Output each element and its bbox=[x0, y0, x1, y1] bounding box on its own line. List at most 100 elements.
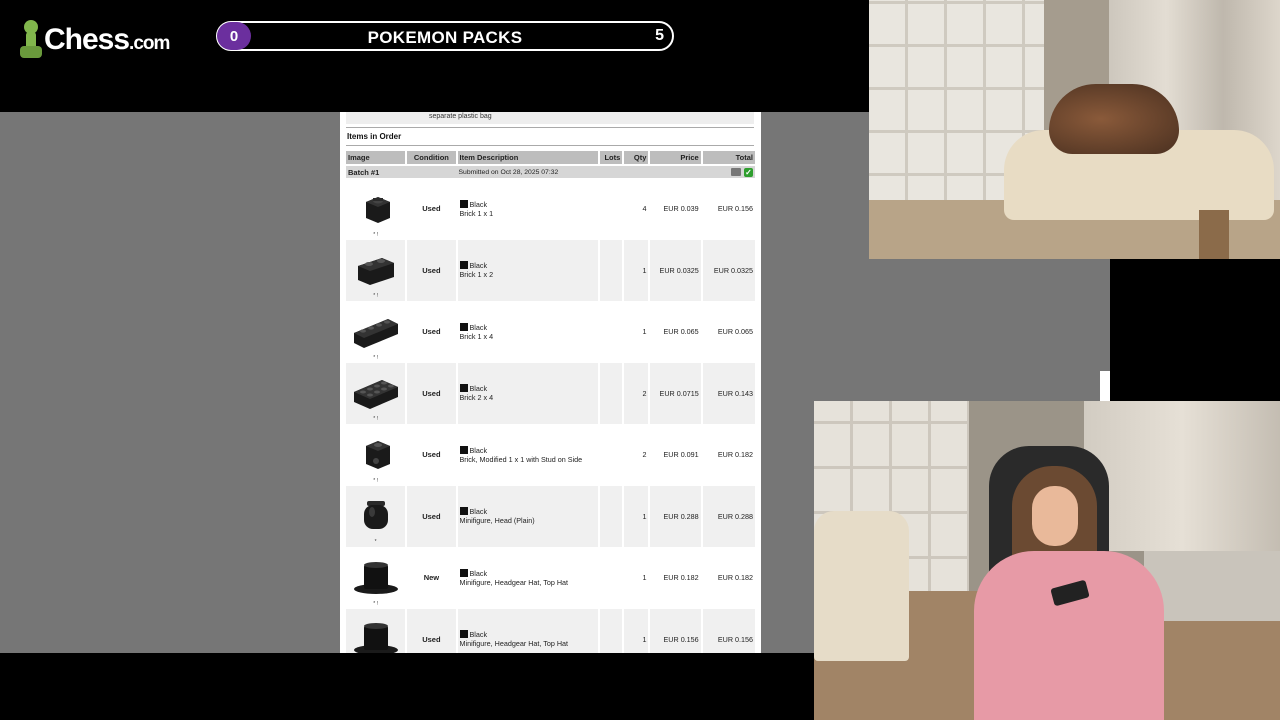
challenge-scorebar: 0 POKEMON PACKS 5 bbox=[216, 21, 674, 51]
check-icon[interactable]: ✓ bbox=[744, 167, 753, 177]
logo-suffix: .com bbox=[129, 33, 170, 54]
item-color-label: Black bbox=[469, 261, 488, 271]
item-condition: Used bbox=[405, 424, 457, 486]
piece-image-cell[interactable]: * ! bbox=[346, 362, 407, 424]
item-total: EUR 0.156 bbox=[700, 608, 755, 653]
item-price: EUR 0.065 bbox=[648, 301, 702, 363]
item-color: Black bbox=[459, 445, 597, 455]
item-name[interactable]: Brick 1 x 2 bbox=[460, 270, 597, 279]
pawn-icon bbox=[20, 18, 42, 62]
item-color: Black bbox=[459, 384, 597, 394]
item-condition: Used bbox=[405, 485, 457, 547]
item-color-label: Black bbox=[469, 322, 488, 332]
item-lots bbox=[598, 485, 624, 547]
table-row: Used Black Minifigure, Headgear Hat, Top H… bbox=[346, 608, 755, 653]
col-qty: Qty bbox=[622, 151, 650, 165]
piece-image-cell[interactable] bbox=[346, 608, 407, 653]
minifig-head-icon[interactable] bbox=[352, 497, 400, 535]
item-price: EUR 0.091 bbox=[648, 424, 702, 486]
item-condition: New bbox=[405, 547, 457, 609]
top-hat-icon[interactable] bbox=[352, 559, 400, 597]
item-price: EUR 0.182 bbox=[648, 547, 702, 609]
item-qty: 2 bbox=[622, 362, 650, 424]
challenge-title: POKEMON PACKS bbox=[367, 28, 523, 47]
color-swatch-icon bbox=[459, 261, 468, 270]
webcam-streamer bbox=[814, 401, 1280, 720]
batch-actions: ✓ bbox=[649, 164, 755, 178]
col-total: Total bbox=[700, 151, 755, 165]
item-total: EUR 0.065 bbox=[700, 301, 755, 363]
item-total: EUR 0.143 bbox=[700, 362, 755, 424]
item-name[interactable]: Minifigure, Headgear Hat, Top Hat bbox=[460, 578, 597, 587]
item-color: Black bbox=[459, 507, 597, 517]
item-lots bbox=[598, 239, 624, 301]
table-row: * ! Used Black Brick 1 x 1 4 EUR 0.039 EUR 0.1… bbox=[346, 178, 755, 240]
item-qty: 1 bbox=[622, 608, 650, 653]
brick-1x2-icon[interactable] bbox=[352, 251, 400, 289]
item-name[interactable]: Brick, Modified 1 x 1 with Stud on Side bbox=[460, 455, 597, 464]
color-swatch-icon bbox=[459, 630, 468, 639]
item-name[interactable]: Brick 1 x 4 bbox=[460, 332, 597, 341]
piece-image-cell[interactable]: * ! bbox=[346, 424, 406, 486]
item-name[interactable]: Minifigure, Head (Plain) bbox=[460, 516, 597, 525]
item-lots bbox=[598, 301, 624, 363]
item-description: Black Minifigure, Headgear Hat, Top Hat bbox=[455, 608, 600, 653]
brick-1x1-icon[interactable] bbox=[352, 190, 400, 228]
piece-image-cell[interactable]: * ! bbox=[346, 178, 406, 240]
color-swatch-icon bbox=[459, 199, 468, 208]
item-total: EUR 0.288 bbox=[700, 485, 755, 547]
logo-wordmark: Chess.com bbox=[44, 23, 170, 57]
brick-2x4-icon[interactable] bbox=[352, 374, 400, 412]
item-color: Black bbox=[459, 322, 597, 332]
item-mark: * ! bbox=[373, 416, 378, 422]
piece-image-cell[interactable]: * bbox=[346, 485, 407, 547]
section-title: Items in Order bbox=[347, 132, 402, 141]
color-swatch-icon bbox=[459, 384, 468, 393]
divider bbox=[346, 127, 754, 128]
item-mark: * ! bbox=[373, 354, 378, 361]
col-description: Item Description bbox=[455, 151, 600, 165]
piece-image-cell[interactable]: * ! bbox=[346, 301, 406, 363]
order-document[interactable]: separate plastic bag Items in Order Imag… bbox=[340, 112, 761, 653]
item-condition: Used bbox=[405, 362, 457, 424]
brick-1x4-icon[interactable] bbox=[352, 313, 400, 351]
item-total: EUR 0.0325 bbox=[700, 239, 755, 301]
print-icon[interactable] bbox=[731, 168, 741, 177]
item-description: Black Brick 1 x 2 bbox=[455, 239, 600, 301]
color-swatch-icon bbox=[459, 507, 468, 516]
col-price: Price bbox=[648, 151, 702, 165]
item-color-label: Black bbox=[469, 507, 488, 517]
item-mark: * ! bbox=[373, 231, 378, 238]
item-total: EUR 0.182 bbox=[700, 547, 755, 609]
item-lots bbox=[598, 547, 624, 609]
col-lots: Lots bbox=[598, 151, 624, 165]
item-condition: Used bbox=[405, 239, 457, 301]
item-total: EUR 0.182 bbox=[700, 424, 755, 486]
chess-com-logo: Chess.com bbox=[20, 16, 170, 64]
top-hat-icon[interactable] bbox=[352, 620, 400, 653]
item-name[interactable]: Brick 2 x 4 bbox=[460, 393, 597, 402]
item-mark: * bbox=[374, 539, 377, 545]
item-condition: Used bbox=[405, 301, 457, 363]
item-description: Black Brick 2 x 4 bbox=[455, 362, 600, 424]
item-description: Black Minifigure, Head (Plain) bbox=[455, 485, 600, 547]
table-row: * ! Used Black Brick 2 x 4 2 EUR 0.0715 EUR 0.… bbox=[346, 362, 755, 424]
piece-image-cell[interactable]: * ! bbox=[346, 239, 407, 301]
item-name[interactable]: Brick 1 x 1 bbox=[460, 209, 597, 218]
item-condition: Used bbox=[405, 178, 457, 240]
webcam-cat bbox=[869, 0, 1280, 259]
item-price: EUR 0.0715 bbox=[648, 362, 702, 424]
batch-submitted: Submitted on Oct 28, 2025 07:32 bbox=[456, 164, 650, 178]
batch-row: Batch #1 Submitted on Oct 28, 2025 07:32… bbox=[346, 164, 755, 178]
item-description: Black Brick 1 x 1 bbox=[455, 178, 600, 240]
piece-image-cell[interactable]: * ! bbox=[346, 547, 406, 609]
item-color: Black bbox=[459, 199, 597, 209]
item-qty: 4 bbox=[622, 178, 650, 240]
item-lots bbox=[598, 608, 624, 653]
brick-modified-1x1-icon[interactable] bbox=[352, 436, 400, 474]
item-description: Black Minifigure, Headgear Hat, Top Hat bbox=[455, 547, 600, 609]
item-mark: * ! bbox=[373, 477, 378, 484]
item-name[interactable]: Minifigure, Headgear Hat, Top Hat bbox=[460, 639, 597, 648]
item-color-label: Black bbox=[469, 384, 488, 394]
item-qty: 1 bbox=[622, 485, 650, 547]
